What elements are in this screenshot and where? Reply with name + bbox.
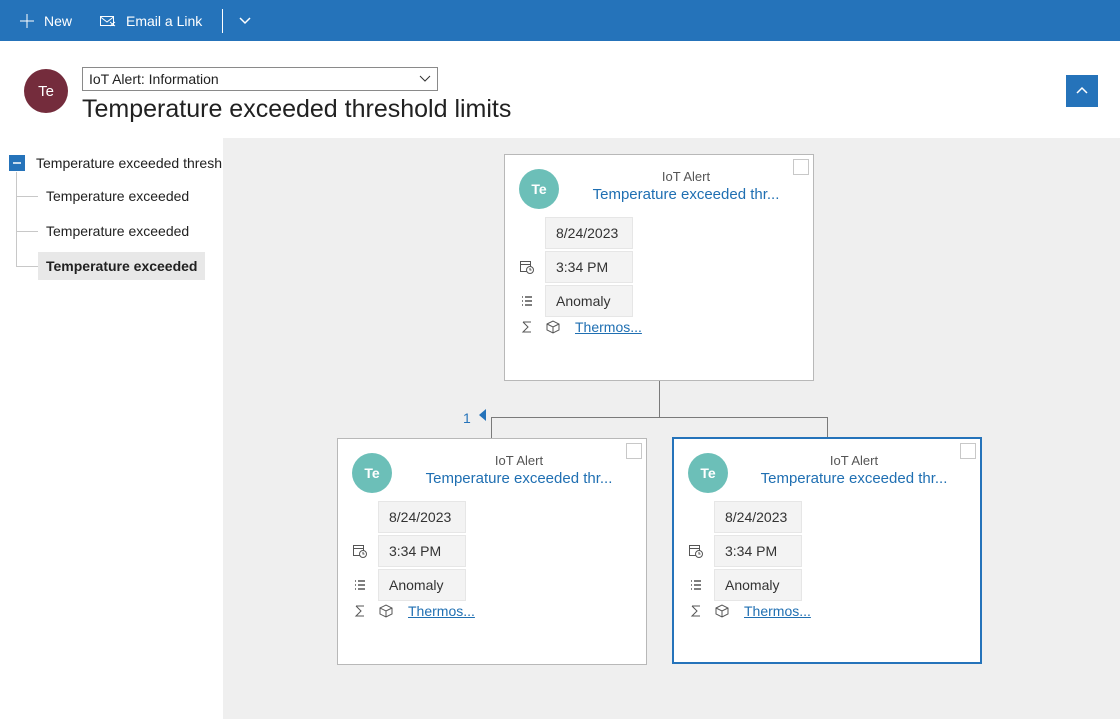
card-header: Te IoT Alert Temperature exceeded thr...	[674, 439, 980, 499]
card-expand-toggle[interactable]	[793, 159, 809, 175]
hierarchy-card[interactable]: Te IoT Alert Temperature exceeded thr...…	[672, 437, 982, 664]
tree-root-label: Temperature exceeded thresh	[36, 155, 222, 171]
header-texts: IoT Alert: Information Temperature excee…	[82, 67, 1102, 124]
connector-line	[659, 381, 660, 417]
command-bar: New Email a Link	[0, 0, 1120, 41]
email-link-label: Email a Link	[126, 13, 202, 29]
hierarchy-canvas[interactable]: 1 Te IoT Alert Temperature exceeded thr.…	[223, 138, 1120, 719]
tree-child-label: Temperature exceeded	[38, 217, 197, 245]
plus-icon	[20, 14, 34, 28]
card-device-link[interactable]: Thermos...	[571, 319, 642, 335]
tree-child-node[interactable]: Temperature exceeded	[16, 248, 222, 283]
sigma-icon	[519, 320, 535, 334]
card-title-link[interactable]: Temperature exceeded thr...	[573, 186, 799, 203]
list-icon	[688, 578, 704, 592]
card-avatar: Te	[519, 169, 559, 209]
connector-line	[491, 417, 492, 438]
page-title: Temperature exceeded threshold limits	[82, 95, 1102, 124]
sigma-icon	[688, 604, 704, 618]
hierarchy-card[interactable]: Te IoT Alert Temperature exceeded thr...…	[337, 438, 647, 665]
tree-children: Temperature exceeded Temperature exceede…	[16, 178, 222, 283]
more-commands-button[interactable]	[231, 0, 259, 41]
card-type-label: IoT Alert	[406, 453, 632, 468]
chevron-down-icon	[239, 15, 251, 27]
sigma-icon	[352, 604, 368, 618]
card-avatar: Te	[688, 453, 728, 493]
collapse-header-button[interactable]	[1066, 75, 1098, 107]
tree-child-node[interactable]: Temperature exceeded	[16, 213, 222, 248]
card-title-link[interactable]: Temperature exceeded thr...	[406, 470, 632, 487]
tree-child-node[interactable]: Temperature exceeded	[16, 178, 222, 213]
minus-icon	[12, 158, 22, 168]
card-time-field[interactable]: 3:34 PM	[378, 535, 466, 567]
chevron-up-icon	[1075, 84, 1089, 98]
connector-line	[827, 417, 828, 438]
record-avatar: Te	[24, 69, 68, 113]
email-link-button[interactable]: Email a Link	[88, 0, 214, 41]
new-label: New	[44, 13, 72, 29]
child-count: 1	[463, 410, 471, 426]
card-title-link[interactable]: Temperature exceeded thr...	[742, 470, 966, 487]
card-header: Te IoT Alert Temperature exceeded thr...	[505, 155, 813, 215]
card-time-field[interactable]: 3:34 PM	[545, 251, 633, 283]
card-avatar: Te	[352, 453, 392, 493]
card-device-link[interactable]: Thermos...	[404, 603, 475, 619]
tree-root-node[interactable]: Temperature exceeded thresh	[0, 148, 222, 178]
chevron-down-icon	[419, 73, 431, 85]
card-category-field[interactable]: Anomaly	[545, 285, 633, 317]
list-icon	[352, 578, 368, 592]
calendar-clock-icon	[519, 260, 535, 274]
record-header: Te IoT Alert: Information Temperature ex…	[0, 41, 1120, 138]
nav-left-button[interactable]	[477, 408, 489, 422]
form-selector[interactable]: IoT Alert: Information	[82, 67, 438, 91]
tree-child-label: Temperature exceeded	[38, 182, 197, 210]
card-date-field[interactable]: 8/24/2023	[545, 217, 633, 249]
email-icon	[100, 14, 116, 28]
calendar-clock-icon	[352, 544, 368, 558]
hierarchy-card[interactable]: Te IoT Alert Temperature exceeded thr...…	[504, 154, 814, 381]
device-icon	[545, 319, 561, 335]
triangle-left-icon	[477, 408, 489, 422]
card-expand-toggle[interactable]	[960, 443, 976, 459]
toolbar-divider	[222, 9, 223, 33]
body-area: Temperature exceeded thresh Temperature …	[0, 138, 1120, 719]
form-selector-label: IoT Alert: Information	[89, 71, 219, 87]
list-icon	[519, 294, 535, 308]
card-time-field[interactable]: 3:34 PM	[714, 535, 802, 567]
collapse-node-button[interactable]	[8, 154, 26, 172]
device-icon	[714, 603, 730, 619]
card-expand-toggle[interactable]	[626, 443, 642, 459]
card-category-field[interactable]: Anomaly	[714, 569, 802, 601]
new-button[interactable]: New	[8, 0, 84, 41]
calendar-clock-icon	[688, 544, 704, 558]
device-icon	[378, 603, 394, 619]
connector-line	[491, 417, 827, 418]
hierarchy-tree: Temperature exceeded thresh Temperature …	[0, 138, 223, 719]
card-type-label: IoT Alert	[742, 453, 966, 468]
card-category-field[interactable]: Anomaly	[378, 569, 466, 601]
tree-child-label: Temperature exceeded	[38, 252, 205, 280]
card-date-field[interactable]: 8/24/2023	[378, 501, 466, 533]
card-header: Te IoT Alert Temperature exceeded thr...	[338, 439, 646, 499]
card-type-label: IoT Alert	[573, 169, 799, 184]
card-device-link[interactable]: Thermos...	[740, 603, 811, 619]
card-date-field[interactable]: 8/24/2023	[714, 501, 802, 533]
